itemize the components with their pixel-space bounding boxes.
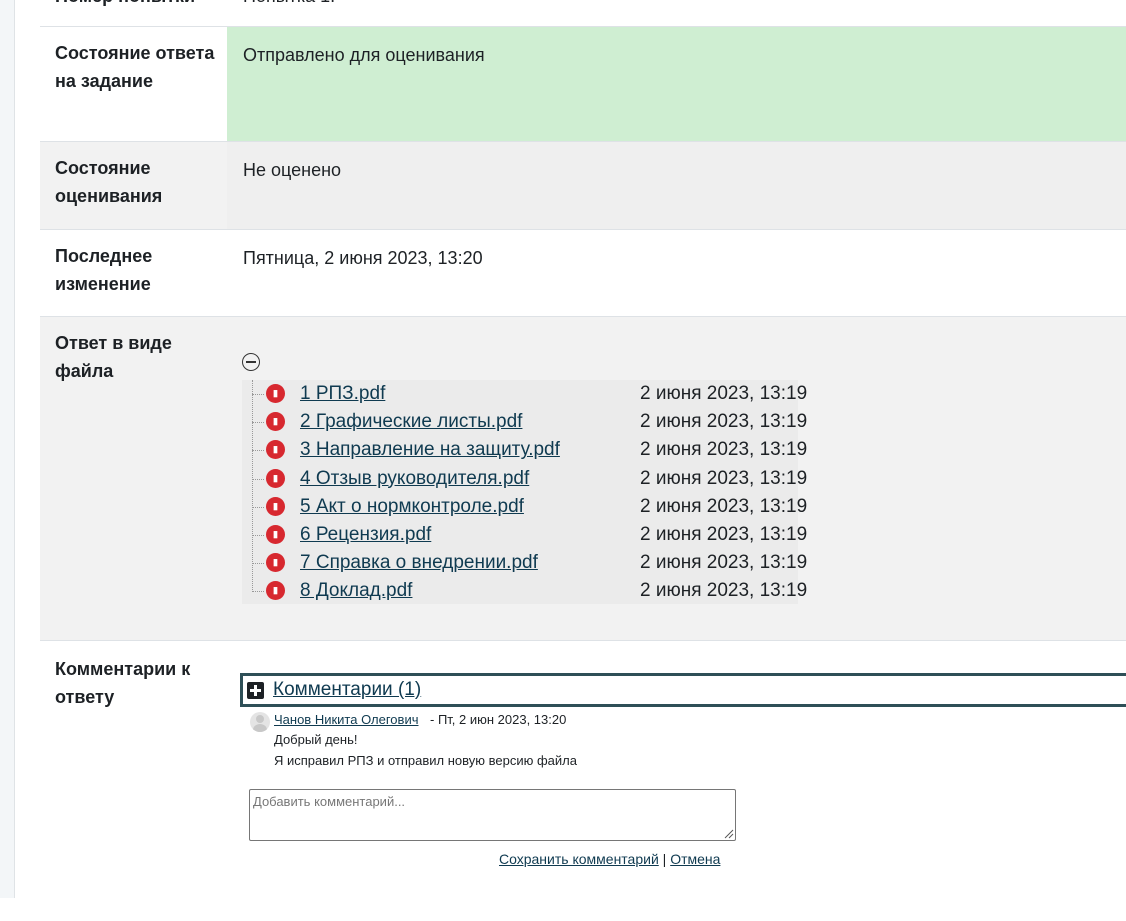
tree-branch	[252, 422, 264, 424]
avatar	[250, 712, 270, 732]
file-item: ▮ 2 Графические листы.pdf 2 июня 2023, 13:…	[252, 409, 807, 437]
comments-toggle-link[interactable]: Комментарии (1)	[273, 678, 421, 702]
file-item: ▮ 1 РПЗ.pdf 2 июня 2023, 13:19	[252, 381, 807, 409]
attempt-cell: Попытка 1.	[227, 0, 1126, 26]
save-comment-link[interactable]: Сохранить комментарий	[499, 851, 659, 867]
row-last-modified: Последнее изменение Пятница, 2 июня 2023…	[40, 230, 1126, 317]
tree-branch	[252, 535, 264, 536]
pdf-icon: ▮	[266, 525, 285, 544]
file-link[interactable]: 6 Рецензия.pdf	[300, 522, 431, 548]
file-date: 2 июня 2023, 13:19	[640, 552, 808, 574]
left-sidebar-edge	[0, 0, 15, 898]
file-item: ▮ 5 Акт о нормконтроле.pdf 2 июня 2023, 13…	[252, 494, 807, 522]
tree-branch	[252, 591, 264, 593]
grading-status-cell: Не оценено	[227, 142, 1126, 229]
file-date: 2 июня 2023, 13:19	[640, 524, 808, 545]
attempt-value: Попытка 1.	[243, 0, 335, 10]
file-link[interactable]: 8 Доклад.pdf	[300, 578, 412, 604]
file-link[interactable]: 5 Акт о нормконтроле.pdf	[300, 494, 524, 520]
attempt-label: Номер попытки	[55, 0, 215, 10]
submission-status-value: Отправлено для оценивания	[243, 45, 485, 65]
grading-status-label: Состояние оценивания	[55, 158, 163, 206]
file-submissions-label: Ответ в виде файла	[55, 333, 172, 381]
file-link[interactable]: 4 Отзыв руководителя.pdf	[300, 466, 529, 492]
collapse-files-icon[interactable]	[242, 353, 260, 371]
file-link[interactable]: 7 Справка о внедрении.pdf	[300, 550, 538, 576]
tree-branch	[252, 506, 264, 508]
submission-status-cell: Отправлено для оценивания	[227, 27, 1126, 141]
tree-branch	[252, 450, 264, 452]
pdf-icon: ▮	[266, 553, 285, 573]
comments-toggle-bar[interactable]: Комментарии (1)	[240, 673, 1126, 707]
file-date: 2 июня 2023, 13:19	[640, 467, 808, 489]
file-date: 2 июня 2023, 13:19	[640, 383, 808, 404]
file-item: ▮ 6 Рецензия.pdf 2 июня 2023, 13:19	[252, 522, 807, 550]
comments-label: Комментарии к ответу	[55, 659, 191, 707]
pdf-icon: ▮	[266, 384, 285, 403]
add-comment-textarea[interactable]	[249, 789, 736, 841]
actions-separator: |	[662, 851, 667, 867]
last-modified-label: Последнее изменение	[55, 246, 153, 294]
last-modified-cell: Пятница, 2 июня 2023, 13:20	[227, 230, 1126, 316]
cancel-comment-link[interactable]: Отмена	[670, 851, 720, 867]
file-link[interactable]: 1 РПЗ.pdf	[300, 381, 385, 407]
pdf-icon: ▮	[266, 581, 285, 601]
tree-branch	[252, 478, 264, 480]
expand-plus-icon[interactable]	[247, 682, 264, 699]
row-submission-status: Состояние ответа на задание Отправлено д…	[40, 27, 1126, 142]
file-item: ▮ 3 Направление на защиту.pdf 2 июня 2023,…	[252, 437, 807, 465]
comment-author-link[interactable]: Чанов Никита Олегович	[274, 711, 418, 729]
grading-status-value: Не оценено	[243, 160, 342, 180]
tree-branch	[252, 394, 264, 395]
file-item: ▮ 4 Отзыв руководителя.pdf 2 июня 2023, 13…	[252, 466, 807, 494]
pdf-icon: ▮	[266, 412, 285, 432]
file-date: 2 июня 2023, 13:19	[640, 580, 808, 602]
file-date: 2 июня 2023, 13:19	[640, 495, 808, 517]
pdf-icon: ▮	[266, 496, 285, 516]
comment-text-line-1: Добрый день!	[274, 732, 358, 747]
submission-status-label: Состояние ответа на задание	[55, 43, 215, 91]
row-grading-status: Состояние оценивания Не оценено	[40, 142, 1126, 230]
comment-time: - Пт, 2 июн 2023, 13:20	[430, 712, 567, 727]
pdf-icon: ▮	[266, 468, 285, 488]
comment-actions: Сохранить комментарий | Отмена	[499, 850, 720, 868]
file-link[interactable]: 2 Графические листы.pdf	[300, 409, 522, 435]
resize-grip-icon[interactable]	[722, 827, 734, 839]
tree-branch	[252, 563, 264, 565]
file-link[interactable]: 3 Направление на защиту.pdf	[300, 437, 560, 463]
file-item: ▮ 8 Доклад.pdf 2 июня 2023, 13:19	[252, 578, 807, 606]
row-attempt: Номер попытки Попытка 1.	[40, 0, 1126, 27]
pdf-icon: ▮	[266, 440, 285, 460]
file-date: 2 июня 2023, 13:19	[640, 439, 808, 461]
file-item: ▮ 7 Справка о внедрении.pdf 2 июня 2023, 1…	[252, 550, 807, 578]
comment-text-line-2: Я исправил РПЗ и отправил новую версию ф…	[274, 753, 577, 768]
last-modified-value: Пятница, 2 июня 2023, 13:20	[243, 248, 483, 268]
file-date: 2 июня 2023, 13:19	[640, 411, 808, 433]
